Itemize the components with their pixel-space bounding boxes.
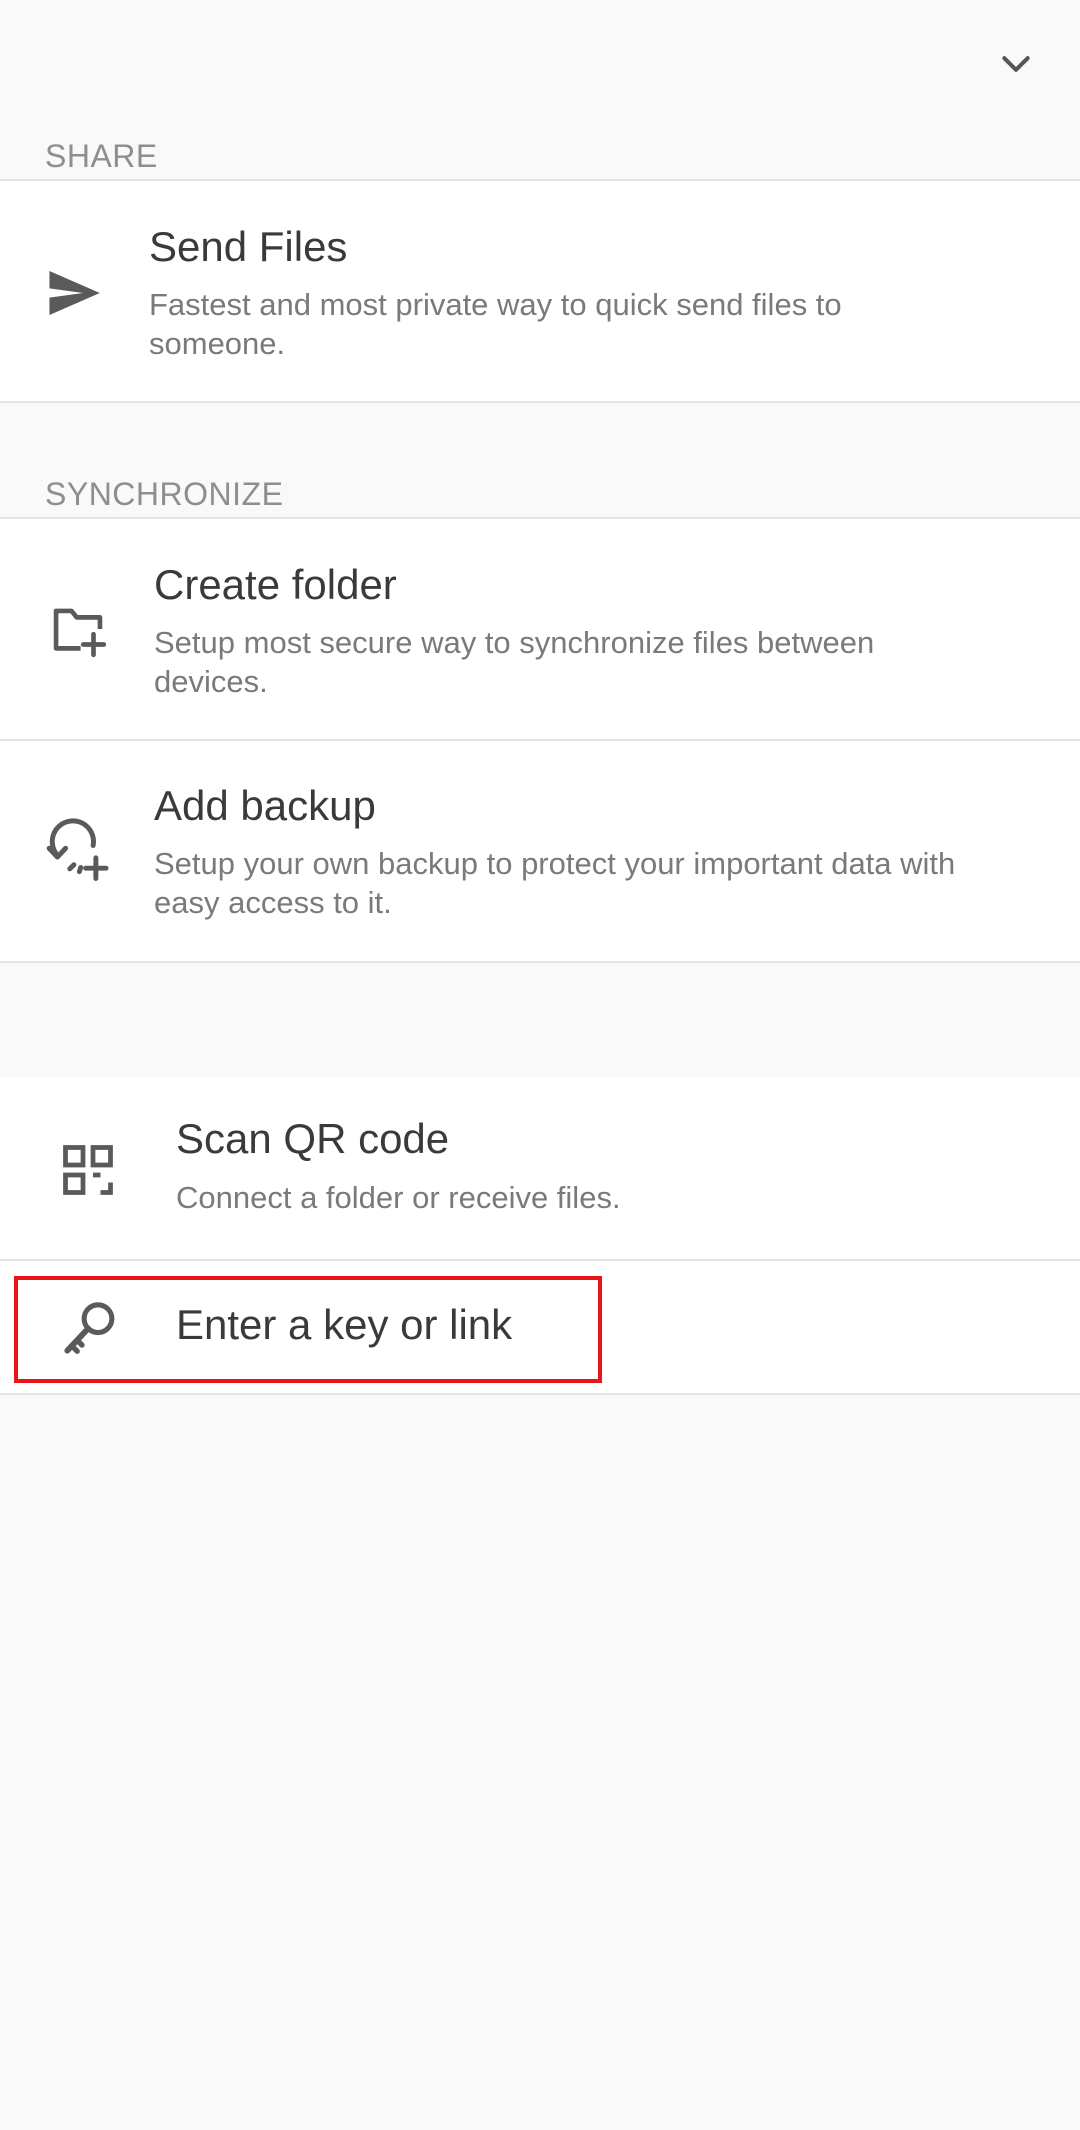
scan-qr-code-item[interactable]: Scan QR code Connect a folder or receive…: [0, 1077, 1080, 1261]
create-folder-title: Create folder: [154, 561, 397, 608]
section-header-share: SHARE: [45, 138, 158, 174]
top-bar: [0, 0, 1080, 130]
qr-code-icon: [48, 1130, 128, 1210]
section-header-synchronize: SYNCHRONIZE: [45, 476, 284, 512]
enter-key-or-link-item[interactable]: Enter a key or link: [0, 1261, 1080, 1395]
add-backup-item[interactable]: Add backup Setup your own backup to prot…: [0, 741, 1080, 963]
add-backup-description: Setup your own backup to protect your im…: [154, 846, 956, 920]
chevron-down-icon: [1002, 56, 1030, 72]
collapse-button[interactable]: [980, 28, 1052, 100]
key-icon: [50, 1288, 130, 1368]
send-icon: [34, 253, 114, 333]
scan-qr-code-description: Connect a folder or receive files.: [176, 1180, 621, 1215]
create-folder-description: Setup most secure way to synchronize fil…: [154, 625, 875, 699]
send-files-item[interactable]: Send Files Fastest and most private way …: [0, 179, 1080, 403]
send-files-description: Fastest and most private way to quick se…: [149, 287, 842, 361]
scan-qr-code-title: Scan QR code: [176, 1115, 450, 1162]
create-folder-item[interactable]: Create folder Setup most secure way to s…: [0, 517, 1080, 741]
add-backup-icon: [38, 811, 118, 891]
enter-key-or-link-title: Enter a key or link: [176, 1301, 513, 1348]
create-folder-icon: [38, 589, 118, 669]
add-backup-title: Add backup: [154, 782, 376, 829]
send-files-title: Send Files: [149, 223, 348, 270]
